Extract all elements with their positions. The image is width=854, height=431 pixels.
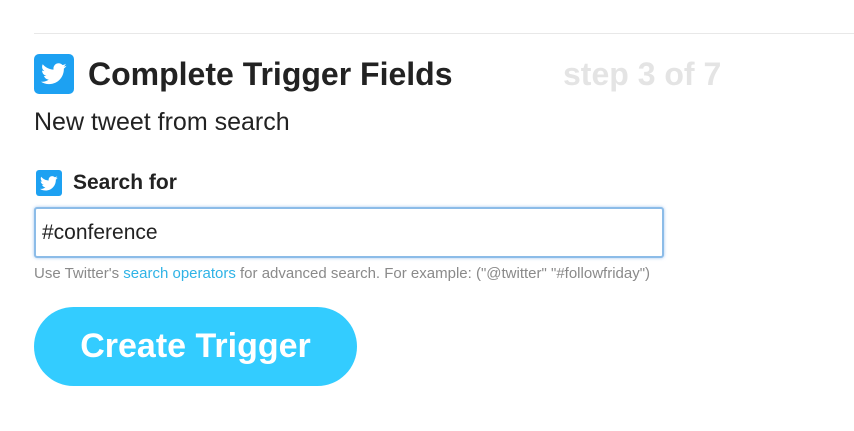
trigger-fields-page: Complete Trigger Fields step 3 of 7 New … [0,0,854,431]
help-suffix: for advanced search. For example: ("@twi… [240,265,651,282]
twitter-small-icon [36,170,62,196]
search-for-label: Search for [73,171,177,194]
help-prefix: Use Twitter's [34,265,120,282]
search-input[interactable] [34,207,664,258]
trigger-subtitle: New tweet from search [34,108,290,136]
help-text: Use Twitter's search operators for advan… [34,265,650,282]
page-title: Complete Trigger Fields [88,55,453,92]
page-header: Complete Trigger Fields [34,54,453,94]
step-indicator: step 3 of 7 [563,56,722,92]
search-field-label: Search for [36,170,177,196]
twitter-icon [34,54,74,94]
create-trigger-button[interactable]: Create Trigger [34,307,357,386]
top-divider [34,33,854,34]
search-operators-link[interactable]: search operators [123,265,236,282]
